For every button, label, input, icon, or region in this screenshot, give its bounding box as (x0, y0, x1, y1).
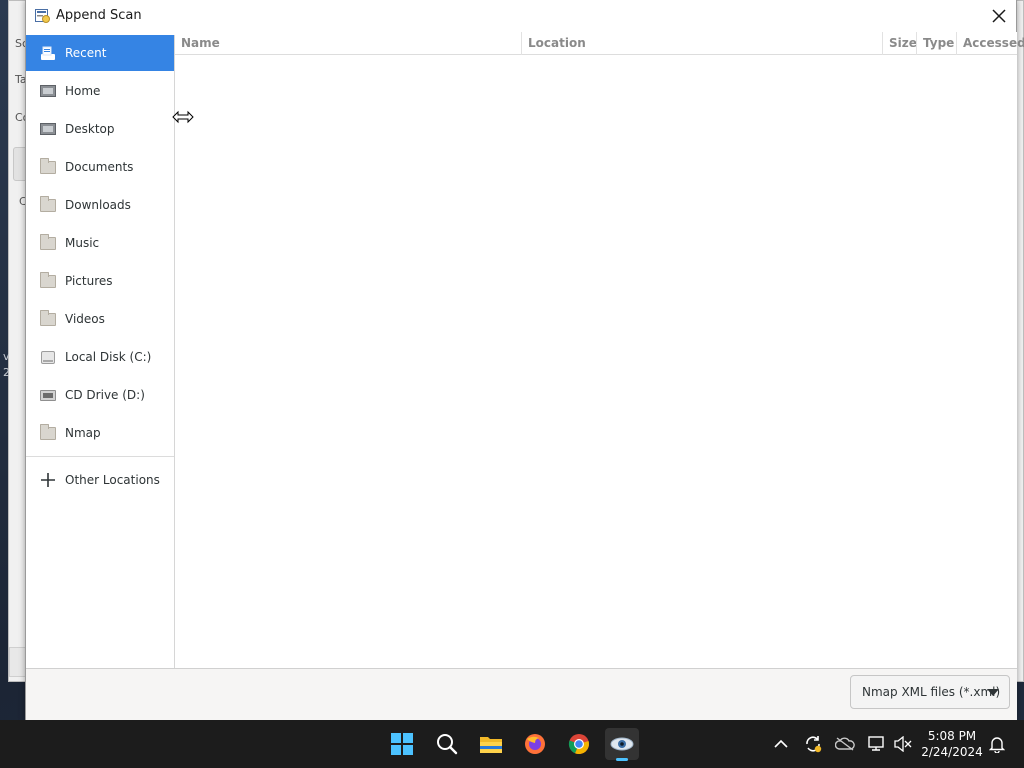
sidebar-separator (26, 456, 174, 457)
column-header-type[interactable]: Type (917, 32, 956, 55)
tray-onedrive[interactable] (834, 732, 856, 756)
column-header-size[interactable]: Size (883, 32, 917, 55)
taskbar-file-explorer[interactable] (474, 728, 508, 760)
sidebar-item-pictures[interactable]: Pictures (26, 263, 174, 299)
desktop-edge-text: 2 (3, 366, 10, 379)
desktop-edge-text: v (3, 350, 10, 363)
chevron-down-icon (987, 689, 999, 696)
sidebar-item-nmap[interactable]: Nmap (26, 415, 174, 451)
sidebar-item-label: Local Disk (C:) (65, 350, 152, 364)
tray-sync[interactable] (802, 732, 824, 756)
sidebar-item-videos[interactable]: Videos (26, 301, 174, 337)
sidebar-item-cd-drive[interactable]: CD Drive (D:) (26, 377, 174, 413)
taskbar-search-button[interactable] (430, 728, 464, 760)
sidebar-item-downloads[interactable]: Downloads (26, 187, 174, 223)
home-icon (40, 83, 56, 99)
show-hidden-icons-button[interactable] (771, 732, 791, 756)
notification-bell-icon (989, 737, 1005, 753)
dialog-footer: Nmap XML files (*.xml) (26, 668, 1017, 720)
folder-icon (40, 158, 56, 175)
column-header-location[interactable]: Location (522, 32, 882, 55)
start-button[interactable] (385, 728, 419, 760)
taskbar: 5:08 PM 2/24/2024 (0, 720, 1024, 768)
file-list[interactable]: Name Location Size Type Accessed (175, 32, 1024, 668)
taskbar-firefox[interactable] (518, 728, 552, 760)
zenmap-icon (610, 737, 634, 751)
recent-icon (40, 45, 56, 61)
taskbar-zenmap[interactable] (605, 728, 639, 761)
sync-icon (806, 736, 822, 753)
sidebar-item-label: Other Locations (65, 473, 160, 487)
taskbar-chrome[interactable] (562, 728, 596, 760)
sidebar-item-other-locations[interactable]: Other Locations (26, 462, 174, 498)
tray-network[interactable] (866, 732, 888, 756)
plus-icon (40, 472, 56, 488)
zenmap-app-icon (35, 9, 50, 23)
notification-button[interactable] (986, 732, 1008, 756)
clock-date: 2/24/2024 (921, 745, 983, 759)
sidebar-item-label: CD Drive (D:) (65, 388, 145, 402)
drive-icon (40, 349, 56, 365)
sidebar-item-label: Documents (65, 160, 134, 174)
search-icon (437, 734, 458, 755)
onedrive-icon (835, 737, 855, 751)
sidebar-item-music[interactable]: Music (26, 225, 174, 261)
folder-icon (40, 196, 56, 213)
chevron-up-icon (774, 739, 788, 748)
sidebar-item-label: Home (65, 84, 101, 98)
sidebar-item-label: Videos (65, 312, 105, 326)
sidebar-item-label: Nmap (65, 426, 101, 440)
sidebar-item-label: Recent (65, 46, 107, 60)
sidebar-item-recent[interactable]: Recent (26, 35, 174, 71)
sidebar-item-label: Downloads (65, 198, 131, 212)
sidebar-item-local-disk[interactable]: Local Disk (C:) (26, 339, 174, 375)
clock-time: 5:08 PM (927, 729, 977, 743)
folder-icon (40, 424, 56, 441)
start-icon (391, 733, 413, 755)
folder-icon (40, 272, 56, 289)
sidebar-item-label: Pictures (65, 274, 113, 288)
cd-drive-icon (40, 387, 56, 403)
column-header-name[interactable]: Name (175, 32, 521, 55)
sidebar-item-label: Desktop (65, 122, 115, 136)
tray-volume[interactable] (892, 732, 914, 756)
sidebar-item-label: Music (65, 236, 100, 250)
sidebar-item-documents[interactable]: Documents (26, 149, 174, 185)
resize-cursor-icon (172, 110, 194, 124)
chrome-icon (568, 734, 589, 755)
sidebar-item-home[interactable]: Home (26, 73, 174, 109)
column-header-accessed[interactable]: Accessed (957, 32, 1024, 55)
folder-icon (40, 234, 56, 251)
close-button[interactable] (986, 3, 1012, 29)
folder-icon (40, 310, 56, 327)
desktop-icon (40, 121, 56, 137)
active-app-indicator (616, 758, 628, 761)
volume-muted-icon (894, 736, 912, 752)
dialog-titlebar[interactable]: Append Scan (26, 0, 1016, 32)
append-scan-dialog: Append Scan Recent Home Desktop Document… (25, 0, 1024, 720)
taskbar-clock[interactable]: 5:08 PM 2/24/2024 (918, 728, 986, 760)
sidebar-item-desktop[interactable]: Desktop (26, 111, 174, 147)
close-icon (992, 9, 1006, 23)
dialog-title: Append Scan (56, 8, 142, 23)
firefox-icon (525, 734, 545, 754)
file-explorer-icon (480, 737, 502, 753)
file-filter-dropdown[interactable]: Nmap XML files (*.xml) (850, 675, 1010, 709)
places-sidebar: Recent Home Desktop Documents Downloads … (26, 35, 175, 668)
network-icon (868, 736, 884, 751)
file-filter-value: Nmap XML files (*.xml) (862, 685, 1001, 699)
